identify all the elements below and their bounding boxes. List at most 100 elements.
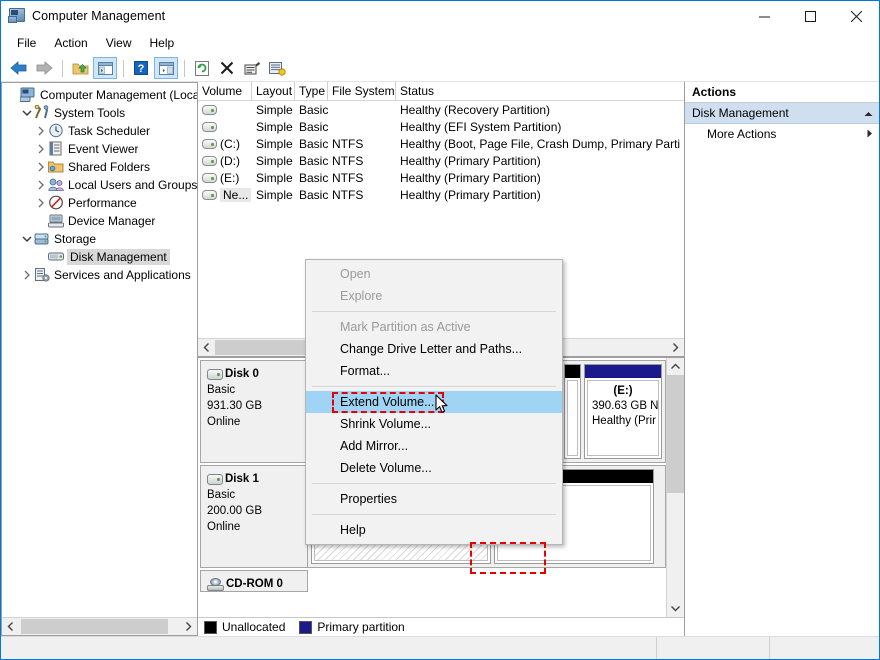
partition-block[interactable] bbox=[564, 364, 581, 459]
tree-item-task-scheduler[interactable]: Task Scheduler bbox=[2, 122, 197, 140]
menu-view[interactable]: View bbox=[97, 33, 141, 53]
tree-item-event-viewer[interactable]: Event Viewer bbox=[2, 140, 197, 158]
properties-button[interactable] bbox=[240, 57, 264, 79]
scroll-up-icon[interactable] bbox=[667, 358, 684, 375]
partition-color-bar bbox=[585, 365, 661, 378]
menu-item-add-mirror[interactable]: Add Mirror... bbox=[306, 435, 562, 457]
forward-button[interactable] bbox=[32, 57, 56, 79]
volume-icon bbox=[202, 172, 217, 183]
scroll-left-icon[interactable] bbox=[2, 619, 19, 634]
scroll-thumb[interactable] bbox=[215, 340, 308, 355]
chevron-right-icon[interactable] bbox=[34, 195, 48, 211]
menu-file[interactable]: File bbox=[8, 33, 45, 53]
show-hide-tree-button[interactable] bbox=[93, 57, 117, 79]
toolbar-separator bbox=[184, 59, 185, 77]
legend-item: Unallocated bbox=[204, 620, 285, 634]
help-button[interactable]: ? bbox=[129, 57, 153, 79]
mouse-cursor bbox=[435, 394, 449, 417]
partition-context-menu[interactable]: Open Explore Mark Partition as Active Chang… bbox=[305, 259, 563, 545]
chevron-up-icon[interactable] bbox=[864, 106, 873, 120]
back-button[interactable] bbox=[7, 57, 31, 79]
partition-block[interactable]: (E:) 390.63 GB NT Healthy (Prir bbox=[584, 364, 662, 459]
tree-horizontal-scrollbar[interactable] bbox=[2, 617, 197, 635]
menu-item-delete-volume[interactable]: Delete Volume... bbox=[306, 457, 562, 479]
tree-item-storage[interactable]: Storage bbox=[2, 230, 197, 248]
tree-item-shared-folders[interactable]: Shared Folders bbox=[2, 158, 197, 176]
disk-info-cd-rom-0[interactable]: CD-ROM 0 bbox=[200, 570, 308, 592]
tree-item-computer-management-local[interactable]: Computer Management (Local bbox=[2, 86, 197, 104]
chevron-right-icon[interactable] bbox=[34, 123, 48, 139]
status-cell-middle bbox=[657, 637, 770, 659]
minimize-button[interactable] bbox=[741, 1, 787, 31]
scroll-thumb[interactable] bbox=[21, 619, 168, 634]
table-row[interactable]: (E:) Simple Basic NTFS Healthy (Primary Part… bbox=[198, 169, 684, 186]
tree-item-device-manager[interactable]: Device Manager bbox=[2, 212, 197, 230]
chevron-right-icon[interactable] bbox=[34, 141, 48, 157]
window-controls bbox=[741, 1, 879, 31]
hard-disk-icon bbox=[207, 368, 223, 380]
chevron-down-icon[interactable] bbox=[20, 231, 34, 247]
tree-item-performance[interactable]: Performance bbox=[2, 194, 197, 212]
scroll-track[interactable] bbox=[667, 375, 684, 600]
table-row[interactable]: Simple Basic Healthy (Recovery Partition) bbox=[198, 101, 684, 118]
scroll-track[interactable] bbox=[19, 619, 180, 634]
tree-twisty-none bbox=[34, 249, 48, 265]
shared-folders-icon bbox=[48, 159, 64, 175]
toolbar-separator bbox=[62, 59, 63, 77]
tree-item-services-and-applications[interactable]: Services and Applications bbox=[2, 266, 197, 284]
tree-item-system-tools[interactable]: System Tools bbox=[2, 104, 197, 122]
column-header-file-system[interactable]: File System bbox=[328, 82, 396, 100]
tree-item-local-users-and-groups[interactable]: Local Users and Groups bbox=[2, 176, 197, 194]
disk-row[interactable]: CD-ROM 0 bbox=[200, 570, 666, 592]
status-cell-left bbox=[1, 637, 657, 659]
table-row[interactable]: (C:) Simple Basic NTFS Healthy (Boot, Page F… bbox=[198, 135, 684, 152]
actions-item-more-actions[interactable]: More Actions bbox=[685, 124, 879, 144]
chevron-right-icon[interactable] bbox=[34, 159, 48, 175]
up-folder-button[interactable] bbox=[68, 57, 92, 79]
tree-item-label: Shared Folders bbox=[68, 160, 151, 174]
disk-info-disk-0[interactable]: Disk 0 Basic 931.30 GB Online bbox=[200, 360, 308, 463]
scroll-right-icon[interactable] bbox=[180, 619, 197, 634]
maximize-button[interactable] bbox=[787, 1, 833, 31]
performance-icon bbox=[48, 195, 64, 211]
menu-item-help[interactable]: Help bbox=[306, 519, 562, 541]
tree-item-disk-management[interactable]: Disk Management bbox=[2, 248, 197, 266]
menu-bar: File Action View Help bbox=[1, 31, 879, 55]
chevron-right-icon[interactable] bbox=[20, 267, 34, 283]
column-header-status[interactable]: Status bbox=[396, 82, 684, 100]
tree-item-label: Computer Management (Local bbox=[40, 88, 197, 102]
show-action-pane-button[interactable] bbox=[154, 57, 178, 79]
chevron-right-icon[interactable] bbox=[867, 127, 873, 141]
partition-label: (E:) bbox=[613, 385, 633, 397]
column-header-volume[interactable]: Volume bbox=[198, 82, 252, 100]
chevron-right-icon[interactable] bbox=[34, 177, 48, 193]
console-tree[interactable]: Computer Management (Local System Tools Ta… bbox=[2, 83, 197, 617]
menu-item-format[interactable]: Format... bbox=[306, 360, 562, 382]
table-row[interactable]: (D:) Simple Basic NTFS Healthy (Primary Part… bbox=[198, 152, 684, 169]
scroll-left-icon[interactable] bbox=[198, 340, 215, 355]
scroll-right-icon[interactable] bbox=[667, 340, 684, 355]
scroll-thumb[interactable] bbox=[667, 375, 684, 493]
menu-item-change-drive-letter-and-paths[interactable]: Change Drive Letter and Paths... bbox=[306, 338, 562, 360]
menu-item-extend-volume[interactable]: Extend Volume... bbox=[306, 391, 562, 413]
column-header-layout[interactable]: Layout bbox=[252, 82, 295, 100]
cell-volume-label: Ne... bbox=[220, 187, 252, 202]
chevron-down-icon[interactable] bbox=[20, 105, 34, 121]
disk-view-vertical-scrollbar[interactable] bbox=[666, 358, 684, 617]
column-header-type[interactable]: Type bbox=[295, 82, 328, 100]
menu-help[interactable]: Help bbox=[141, 33, 184, 53]
menu-item-shrink-volume[interactable]: Shrink Volume... bbox=[306, 413, 562, 435]
x-delete-button[interactable] bbox=[215, 57, 239, 79]
close-button[interactable] bbox=[833, 1, 879, 31]
actions-group-disk-management[interactable]: Disk Management bbox=[685, 103, 879, 124]
cell-status: Healthy (Boot, Page File, Crash Dump, Pr… bbox=[400, 136, 681, 151]
refresh-button[interactable] bbox=[190, 57, 214, 79]
disk-info-disk-1[interactable]: Disk 1 Basic 200.00 GB Online bbox=[200, 465, 308, 568]
scroll-down-icon[interactable] bbox=[667, 600, 684, 617]
rescan-disks-button[interactable] bbox=[265, 57, 289, 79]
menu-action[interactable]: Action bbox=[45, 33, 96, 53]
table-row[interactable]: Simple Basic Healthy (EFI System Partition… bbox=[198, 118, 684, 135]
menu-separator bbox=[312, 483, 556, 484]
table-row[interactable]: Ne... Simple Basic NTFS Healthy (Primary Par… bbox=[198, 186, 684, 203]
menu-item-properties[interactable]: Properties bbox=[306, 488, 562, 510]
